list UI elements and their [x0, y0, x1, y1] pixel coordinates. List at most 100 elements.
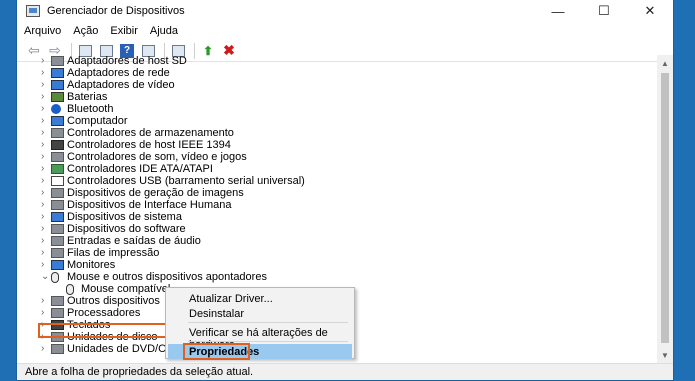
highlight-box — [183, 343, 250, 360]
menu-item-update-driver[interactable]: Atualizar Driver... — [189, 293, 273, 305]
tree-item[interactable]: › Dispositivos de geração de imagens — [17, 187, 659, 199]
tree-item[interactable]: › Dispositivos de Interface Humana — [17, 199, 659, 211]
tree-item[interactable]: › Adaptadores de host SD — [17, 55, 659, 67]
minimize-button[interactable]: — — [535, 0, 581, 22]
status-bar: Abre a folha de propriedades da seleção … — [17, 363, 673, 380]
menu-item-uninstall[interactable]: Desinstalar — [189, 308, 244, 320]
software-device-icon — [51, 224, 64, 234]
tree-item[interactable]: ⌄ Mouse e outros dispositivos apontadores — [17, 271, 659, 283]
chevron-down-icon[interactable]: ⌄ — [41, 271, 49, 283]
tree-item[interactable]: › Bluetooth — [17, 103, 659, 115]
vertical-scrollbar[interactable]: ▲ ▼ — [657, 55, 673, 363]
tree-item[interactable]: › Adaptadores de rede — [17, 67, 659, 79]
tree-item[interactable]: › Controladores de host IEEE 1394 — [17, 139, 659, 151]
tree-item-label: Baterias — [67, 91, 108, 103]
tree-item-label: Mouse compatível — [81, 283, 171, 295]
storage-controller-icon — [51, 128, 64, 138]
tree-item-label: Processadores — [67, 307, 141, 319]
bluetooth-icon — [51, 104, 61, 114]
tree-item[interactable]: › Filas de impressão — [17, 247, 659, 259]
menu-arquivo[interactable]: Arquivo — [18, 25, 67, 37]
tree-item[interactable]: › Controladores USB (barramento serial un… — [17, 175, 659, 187]
maximize-button[interactable]: ☐ — [581, 0, 627, 22]
tree-item[interactable]: › Controladores IDE ATA/ATAPI — [17, 163, 659, 175]
chevron-right-icon[interactable]: › — [41, 139, 49, 151]
dvd-icon — [51, 344, 64, 354]
tree-item-label: Dispositivos de sistema — [67, 211, 182, 223]
chevron-right-icon[interactable]: › — [41, 247, 49, 259]
scroll-up-icon[interactable]: ▲ — [657, 55, 673, 71]
chevron-right-icon[interactable]: › — [41, 175, 49, 187]
chevron-right-icon[interactable]: › — [41, 343, 49, 355]
tree-item-label: Controladores USB (barramento serial uni… — [67, 175, 305, 187]
window-title: Gerenciador de Dispositivos — [47, 5, 185, 17]
tree-item-label: Controladores de som, vídeo e jogos — [67, 151, 247, 163]
close-button[interactable]: ✕ — [627, 0, 673, 22]
tree-item[interactable]: › Computador — [17, 115, 659, 127]
chevron-right-icon[interactable]: › — [41, 67, 49, 79]
menu-separator — [188, 322, 348, 323]
chevron-right-icon[interactable]: › — [41, 259, 49, 271]
chevron-right-icon[interactable]: › — [41, 55, 49, 67]
camera-icon — [51, 188, 64, 198]
chevron-right-icon[interactable]: › — [41, 187, 49, 199]
scroll-thumb[interactable] — [661, 73, 669, 343]
menu-ajuda[interactable]: Ajuda — [144, 25, 184, 37]
tree-item[interactable]: › Monitores — [17, 259, 659, 271]
tree-item[interactable]: › Dispositivos de sistema — [17, 211, 659, 223]
chevron-right-icon[interactable]: › — [41, 103, 49, 115]
tree-item-label: Entradas e saídas de áudio — [67, 235, 201, 247]
menu-bar: Arquivo Ação Exibir Ajuda — [17, 22, 673, 40]
device-manager-icon — [26, 5, 40, 17]
sound-icon — [51, 152, 64, 162]
mouse-icon — [66, 284, 74, 295]
tree-item[interactable]: › Controladores de armazenamento — [17, 127, 659, 139]
ide-icon — [51, 164, 64, 174]
display-adapter-icon — [51, 80, 64, 90]
scroll-down-icon[interactable]: ▼ — [657, 347, 673, 363]
usb-icon — [51, 176, 64, 186]
tree-item-label: Controladores IDE ATA/ATAPI — [67, 163, 213, 175]
other-device-icon — [51, 296, 64, 306]
tree-item[interactable]: › Controladores de som, vídeo e jogos — [17, 151, 659, 163]
tree-item-label: Adaptadores de vídeo — [67, 79, 175, 91]
tree-item-label: Controladores de host IEEE 1394 — [67, 139, 231, 151]
chevron-right-icon[interactable]: › — [41, 211, 49, 223]
tree-item-label: Dispositivos do software — [67, 223, 186, 235]
tree-item[interactable]: › Adaptadores de vídeo — [17, 79, 659, 91]
chevron-right-icon[interactable]: › — [41, 235, 49, 247]
monitor-icon — [51, 260, 64, 270]
computer-icon — [51, 116, 64, 126]
chevron-right-icon[interactable]: › — [41, 163, 49, 175]
chevron-right-icon[interactable]: › — [41, 199, 49, 211]
chevron-right-icon[interactable]: › — [41, 79, 49, 91]
title-bar: Gerenciador de Dispositivos — ☐ ✕ — [17, 0, 673, 22]
tree-item-label: Mouse e outros dispositivos apontadores — [67, 271, 267, 283]
chevron-right-icon[interactable]: › — [41, 127, 49, 139]
context-menu: Atualizar Driver... Desinstalar Verifica… — [165, 287, 355, 360]
mouse-icon — [51, 272, 59, 283]
sd-card-icon — [51, 56, 64, 66]
menu-exibir[interactable]: Exibir — [104, 25, 144, 37]
tree-item[interactable]: › Entradas e saídas de áudio — [17, 235, 659, 247]
window-controls: — ☐ ✕ — [535, 0, 673, 22]
tree-item[interactable]: › Dispositivos do software — [17, 223, 659, 235]
tree-item-label: Computador — [67, 115, 128, 127]
device-manager-window: Gerenciador de Dispositivos — ☐ ✕ Arquiv… — [16, 0, 674, 381]
chevron-right-icon[interactable]: › — [41, 115, 49, 127]
chevron-right-icon[interactable]: › — [41, 151, 49, 163]
chevron-right-icon[interactable]: › — [41, 295, 49, 307]
tree-item-label: Bluetooth — [67, 103, 114, 115]
audio-io-icon — [51, 236, 64, 246]
tree-item-label: Filas de impressão — [67, 247, 160, 259]
hid-icon — [51, 200, 64, 210]
chevron-right-icon[interactable]: › — [41, 91, 49, 103]
menu-acao[interactable]: Ação — [67, 25, 104, 37]
chevron-right-icon[interactable]: › — [41, 223, 49, 235]
printer-icon — [51, 248, 64, 258]
tree-item[interactable]: › Baterias — [17, 91, 659, 103]
chevron-right-icon[interactable]: › — [41, 307, 49, 319]
processor-icon — [51, 308, 64, 318]
tree-item-label: Adaptadores de rede — [67, 67, 170, 79]
menu-separator — [188, 341, 348, 342]
